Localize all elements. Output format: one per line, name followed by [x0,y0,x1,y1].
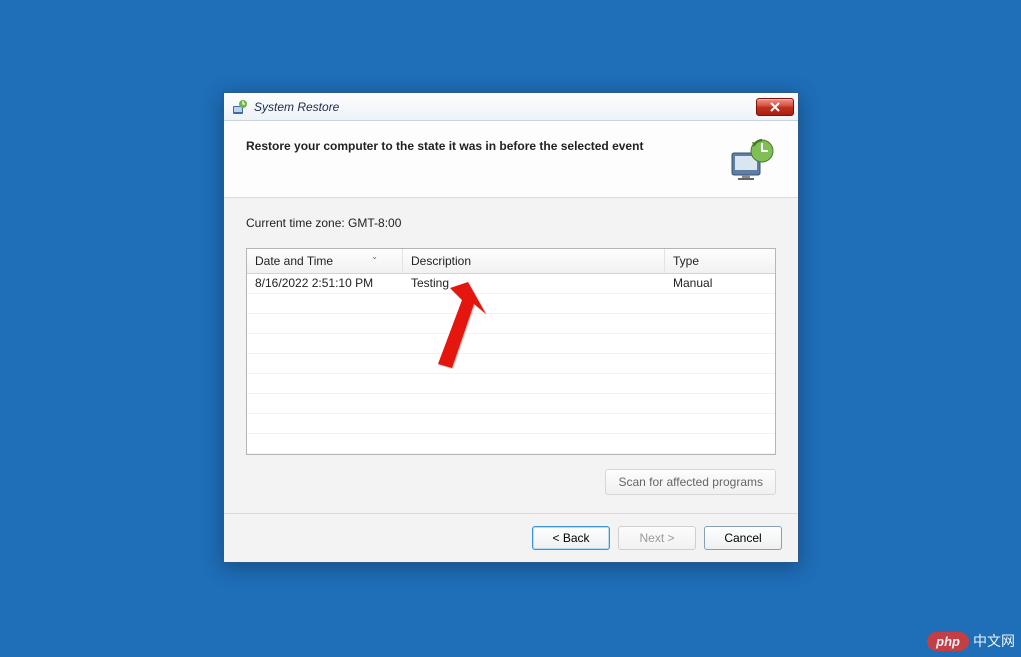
column-header-type[interactable]: Type [665,249,775,273]
close-icon [769,102,781,112]
column-header-date[interactable]: Date and Time ⌄ [247,249,403,273]
table-row [247,354,775,374]
dialog-footer: < Back Next > Cancel [224,513,798,562]
column-header-description[interactable]: Description [403,249,665,273]
watermark-text: 中文网 [973,631,1015,651]
cancel-button[interactable]: Cancel [704,526,782,550]
back-button-label: < Back [552,531,589,545]
dialog-content: Current time zone: GMT-8:00 Date and Tim… [224,198,798,513]
scan-row: Scan for affected programs [246,469,776,495]
table-row [247,394,775,414]
column-header-type-label: Type [673,254,699,268]
watermark: php 中文网 [927,631,1015,651]
table-body: 8/16/2022 2:51:10 PMTestingManual [247,274,775,454]
table-row [247,414,775,434]
cell-type: Manual [665,274,775,293]
titlebar: System Restore [224,93,798,121]
scan-button-label: Scan for affected programs [618,475,763,489]
cell-date: 8/16/2022 2:51:10 PM [247,274,403,293]
table-row [247,314,775,334]
column-header-date-label: Date and Time [255,254,333,268]
dialog-header: Restore your computer to the state it wa… [224,121,798,198]
restore-points-table: Date and Time ⌄ Description Type 8/16/20… [246,248,776,455]
cell-description: Testing [403,274,665,293]
table-row [247,294,775,314]
restore-graphic-icon [728,135,776,183]
table-row [247,434,775,454]
system-restore-dialog: System Restore Restore your computer to … [223,92,799,563]
cancel-button-label: Cancel [724,531,761,545]
back-button[interactable]: < Back [532,526,610,550]
window-title: System Restore [254,100,756,114]
table-row [247,374,775,394]
system-restore-icon [232,99,248,115]
table-header-row: Date and Time ⌄ Description Type [247,249,775,274]
sort-caret-icon: ⌄ [371,252,378,261]
timezone-label: Current time zone: GMT-8:00 [246,216,776,230]
scan-affected-programs-button[interactable]: Scan for affected programs [605,469,776,495]
table-row [247,334,775,354]
column-header-description-label: Description [411,254,471,268]
next-button-label: Next > [639,531,674,545]
watermark-logo: php [927,632,969,651]
table-row[interactable]: 8/16/2022 2:51:10 PMTestingManual [247,274,775,294]
close-button[interactable] [756,98,794,116]
next-button: Next > [618,526,696,550]
page-title: Restore your computer to the state it wa… [246,139,728,153]
